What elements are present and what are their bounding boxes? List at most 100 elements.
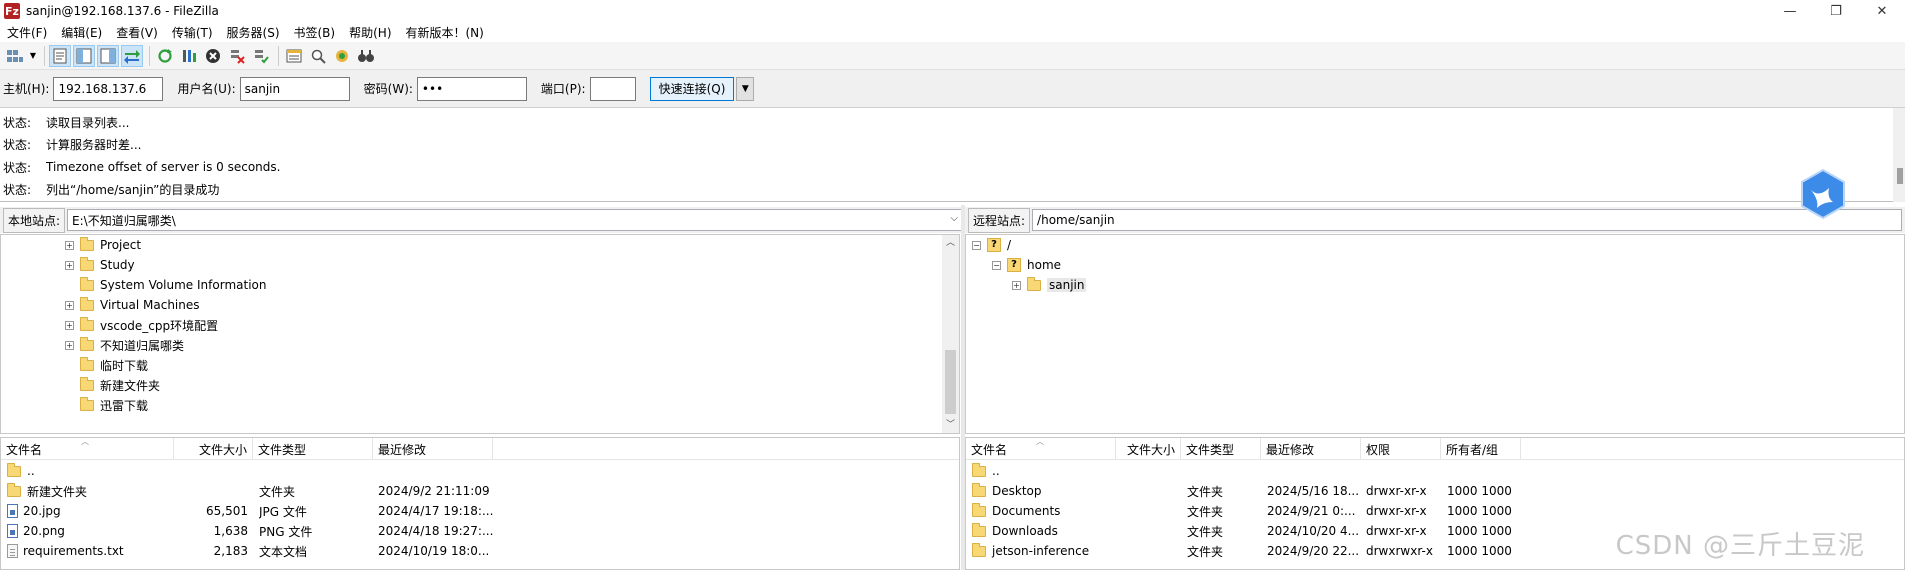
column-filetype[interactable]: 文件类型 [1181,438,1261,460]
transfer-queue-icon[interactable] [121,44,143,67]
local-tree-icon[interactable] [73,44,95,67]
cell-filetype: 文件夹 [1187,504,1224,519]
host-input[interactable] [53,76,164,101]
cell-filename: 20.png [7,521,172,541]
sync-browse-icon[interactable] [331,45,353,67]
menu-bar: 文件(F) 编辑(E) 查看(V) 传输(T) 服务器(S) 书签(B) 帮助(… [0,22,1905,42]
expand-icon[interactable]: + [65,320,74,330]
expand-icon[interactable]: + [65,340,74,350]
quickconnect-button[interactable]: 快速连接(Q) [649,76,735,101]
expand-icon[interactable]: + [65,260,74,270]
collapse-icon[interactable]: − [992,260,1001,270]
local-directory-tree[interactable]: + Project + Study System Volume Informatio… [0,234,960,434]
tree-item[interactable]: + sanjin [1012,275,1087,295]
minimize-button[interactable]: — [1767,0,1813,22]
column-filename[interactable]: 文件名 ︿ [1,438,174,460]
menu-edit[interactable]: 编辑(E) [54,24,109,41]
log-scrollbar[interactable] [1893,108,1905,202]
port-input[interactable] [589,76,636,101]
table-row[interactable]: Desktop 文件夹 2024/5/16 18... drwxr-xr-x 1… [966,481,1904,501]
tree-item[interactable]: −? home [992,255,1061,275]
column-filesize[interactable]: 文件大小 [174,438,253,460]
tree-item[interactable]: 迅雷下载 [65,395,148,415]
remote-path-input[interactable]: /home/sanjin [1032,209,1903,231]
tree-item[interactable]: System Volume Information [65,275,266,295]
tree-item[interactable]: + Project [65,235,141,255]
table-row[interactable]: 新建文件夹 文件夹 2024/9/2 21:11:09 [1,481,959,501]
cell-filetype: 文件夹 [259,484,296,499]
expand-icon[interactable]: + [65,300,74,310]
reconnect-icon[interactable] [250,45,272,67]
cancel-icon[interactable] [202,45,224,67]
disconnect-icon[interactable] [226,45,248,67]
table-row[interactable]: .. [1,461,959,481]
menu-bookmarks[interactable]: 书签(B) [287,24,343,41]
menu-server[interactable]: 服务器(S) [220,24,287,41]
pane-splitter[interactable] [961,205,965,570]
menu-file[interactable]: 文件(F) [0,24,54,41]
collapse-icon[interactable]: − [972,240,981,250]
log-scroll-thumb[interactable] [1897,168,1903,184]
message-log[interactable]: 状态: 读取目录列表... 状态: 计算服务器时差... 状态: Timezone o… [0,108,1905,202]
column-permissions[interactable]: 权限 [1361,438,1441,460]
tree-item[interactable]: 临时下载 [65,355,148,375]
tree-item[interactable]: + Virtual Machines [65,295,200,315]
cell-filetype: 文件夹 [1187,484,1224,499]
local-tree-scrollbar[interactable]: ︿ ﹀ [942,235,959,433]
dropdown-icon[interactable]: ▼ [28,45,38,67]
search-icon[interactable] [355,45,377,67]
table-row[interactable]: 20.png 1,638 PNG 文件 2024/4/18 19:27:... [1,521,959,541]
column-filesize[interactable]: 文件大小 [1116,438,1181,460]
refresh-icon[interactable] [154,45,176,67]
menu-view[interactable]: 查看(V) [109,24,165,41]
remote-tree-icon[interactable] [97,44,119,67]
site-manager-icon[interactable] [4,45,26,67]
menu-transfer[interactable]: 传输(T) [165,24,220,41]
chevron-down-icon[interactable]: ⌵ [950,213,958,224]
remote-directory-tree[interactable]: −? / −? home + sanjin [965,234,1905,434]
directory-listing-icon[interactable] [283,45,305,67]
menu-help[interactable]: 帮助(H) [342,24,398,41]
column-filename[interactable]: 文件名 ︿ [966,438,1116,460]
table-row[interactable]: Documents 文件夹 2024/9/21 0:... drwxr-xr-x… [966,501,1904,521]
close-button[interactable]: ✕ [1859,0,1905,22]
local-path-input[interactable]: E:\不知道归属哪类\ ⌵ [67,209,963,231]
expand-icon[interactable]: + [65,240,74,250]
table-row[interactable]: .. [966,461,1904,481]
tree-item[interactable]: + 不知道归属哪类 [65,335,184,355]
tree-item[interactable]: + Study [65,255,135,275]
menu-new-version[interactable]: 有新版本！(N) [399,24,491,41]
filter-icon[interactable] [307,45,329,67]
folder-icon [80,376,94,391]
filezilla-icon: Fz [4,3,20,19]
message-log-icon[interactable] [49,44,71,67]
maximize-button[interactable]: ❐ [1813,0,1859,22]
floating-bird-icon[interactable] [1799,168,1847,220]
column-filetype[interactable]: 文件类型 [253,438,373,460]
folder-icon [7,482,21,497]
window-controls: — ❐ ✕ [1767,0,1905,22]
cell-filetype: PNG 文件 [259,524,313,539]
password-input[interactable] [416,76,527,101]
local-tree-scroll-thumb[interactable] [945,350,956,414]
tree-item-label: sanjin [1047,278,1087,292]
chevron-up-icon[interactable]: ︿ [942,235,959,251]
cell-filename: 新建文件夹 [7,481,172,501]
folder-icon [80,316,94,331]
tree-item[interactable]: + vscode_cpp环境配置 [65,315,218,335]
quickconnect-dropdown-icon[interactable]: ▼ [736,76,755,101]
tree-item[interactable]: 新建文件夹 [65,375,160,395]
tree-item[interactable]: −? / [972,235,1011,255]
expand-icon[interactable]: + [1012,280,1021,290]
column-modified[interactable]: 最近修改 [373,438,493,460]
table-row[interactable]: 20.jpg 65,501 JPG 文件 2024/4/17 19:18:... [1,501,959,521]
cell-filename: .. [7,461,172,481]
column-modified[interactable]: 最近修改 [1261,438,1361,460]
column-owner[interactable]: 所有者/组 [1441,438,1521,460]
tree-item-label: 迅雷下载 [100,398,149,413]
table-row[interactable]: requirements.txt 2,183 文本文档 2024/10/19 1… [1,541,959,561]
local-file-list[interactable]: 文件名 ︿ 文件大小 文件类型 最近修改 .. 新建文件夹 文件夹 2024/9/… [0,437,960,570]
chevron-down-icon[interactable]: ﹀ [942,417,959,433]
process-queue-icon[interactable] [178,45,200,67]
username-input[interactable] [239,76,350,101]
